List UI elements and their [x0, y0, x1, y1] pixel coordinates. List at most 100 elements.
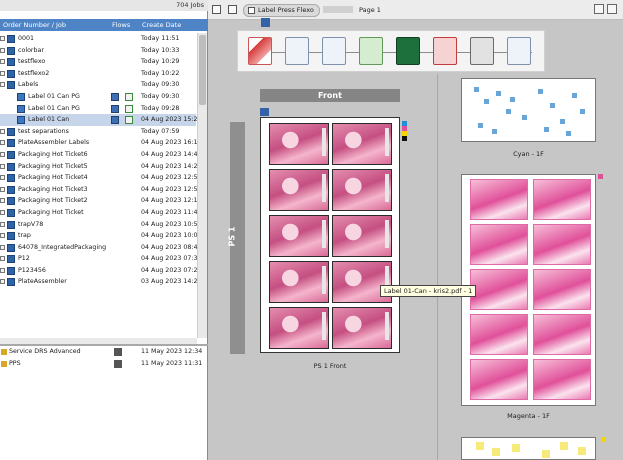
expand-icon[interactable] — [0, 244, 5, 250]
front-press-sheet[interactable] — [260, 117, 400, 353]
label-artwork[interactable] — [269, 169, 329, 211]
label-artwork[interactable] — [332, 215, 392, 257]
list-item[interactable]: PPS 11 May 2023 11:31 — [0, 358, 208, 370]
magenta-label-artwork — [470, 359, 528, 400]
flow-status-icon[interactable] — [125, 116, 133, 125]
label-artwork[interactable] — [332, 123, 392, 165]
expand-icon[interactable] — [0, 128, 5, 134]
screening-step-icon[interactable] — [470, 37, 494, 65]
table-row[interactable]: testflexo Today 10:29 — [0, 56, 196, 68]
expand-icon[interactable] — [0, 209, 5, 215]
table-row[interactable]: Label 01 Can PG Today 09:28 — [0, 103, 196, 115]
table-row[interactable]: colorbar Today 10:33 — [0, 45, 196, 57]
job-name: P12 — [18, 255, 30, 263]
cyan-artwork-fragment — [560, 119, 565, 124]
table-row[interactable]: Packaging Hot Ticket4 04 Aug 2023 12:5 — [0, 172, 197, 184]
cyan-separation[interactable] — [461, 78, 596, 142]
expand-icon[interactable] — [0, 221, 5, 227]
trap-step-icon[interactable] — [359, 37, 383, 65]
table-row[interactable]: Packaging Hot Ticket5 04 Aug 2023 14:2 — [0, 161, 197, 173]
normalize-step-icon[interactable] — [285, 37, 309, 65]
job-list-scrollbar[interactable] — [197, 33, 207, 338]
expand-icon[interactable] — [0, 140, 5, 146]
job-name: Packaging Hot Ticket3 — [18, 185, 88, 193]
table-row[interactable]: Packaging Hot Ticket 04 Aug 2023 11:4 — [0, 207, 197, 219]
table-row[interactable]: Labels Today 09:30 — [0, 79, 196, 91]
job-rows: 0001 Today 11:51 colorbar Today 10:33 test… — [0, 33, 198, 288]
proof-step-icon[interactable] — [433, 37, 457, 65]
expand-icon[interactable] — [0, 70, 5, 76]
flow-icon[interactable] — [111, 104, 119, 113]
expand-icon[interactable] — [0, 198, 5, 204]
close-icon[interactable] — [607, 4, 617, 14]
label-artwork[interactable] — [269, 215, 329, 257]
list-item[interactable]: Service DRS Advanced 11 May 2023 12:34 — [0, 346, 208, 358]
grid-view-icon[interactable] — [212, 5, 221, 14]
output-step-icon[interactable] — [507, 37, 531, 65]
job-date: Today 11:51 — [141, 35, 180, 42]
magenta-separation[interactable] — [461, 174, 596, 406]
imposition-step-icon[interactable] — [396, 37, 420, 65]
column-header-order[interactable]: Order Number / Job — [3, 19, 66, 31]
table-row[interactable]: P12 04 Aug 2023 07:3 — [0, 253, 197, 265]
table-row[interactable]: trap 04 Aug 2023 10:0 — [0, 230, 198, 242]
expand-icon[interactable] — [0, 256, 5, 262]
expand-icon[interactable] — [0, 59, 5, 65]
magenta-label-artwork — [533, 179, 591, 220]
table-row[interactable]: Label 01 Can PG Today 09:30 — [0, 91, 196, 103]
table-row[interactable]: Packaging Hot Ticket2 04 Aug 2023 12:1 — [0, 195, 197, 207]
table-row[interactable]: Packaging Hot Ticket3 04 Aug 2023 12:5 — [0, 184, 197, 196]
table-row[interactable]: testflexo2 Today 10:22 — [0, 68, 196, 80]
yellow-separation[interactable] — [461, 437, 596, 460]
table-row[interactable]: trapV78 04 Aug 2023 10:5 — [0, 219, 197, 231]
job-date: 04 Aug 2023 10:0 — [141, 232, 198, 240]
expand-icon[interactable] — [0, 47, 5, 53]
page-icon[interactable] — [228, 5, 237, 14]
job-list-panel: 704 Jobs Order Number / Job Flows Create… — [0, 0, 208, 460]
expand-icon[interactable] — [0, 233, 5, 239]
table-row[interactable]: PlateAssembler 03 Aug 2023 14:2 — [0, 276, 197, 288]
flow-icon[interactable] — [114, 348, 122, 356]
ps-front-caption: PS 1 Front — [313, 362, 347, 370]
table-row[interactable]: test separations Today 07:59 — [0, 126, 196, 138]
job-item-icon — [17, 116, 25, 125]
expand-icon[interactable] — [0, 163, 5, 169]
pane-divider[interactable] — [437, 74, 438, 460]
flow-icon[interactable] — [114, 360, 122, 368]
label-artwork[interactable] — [332, 169, 392, 211]
label-artwork[interactable] — [269, 123, 329, 165]
preflight-step-icon[interactable] — [322, 37, 346, 65]
pdf-input-step-icon[interactable] — [248, 37, 272, 65]
expand-icon[interactable] — [0, 36, 5, 41]
label-artwork[interactable] — [269, 261, 329, 303]
table-row[interactable]: 64078_IntegratedPackaging 04 Aug 2023 08:… — [0, 242, 197, 254]
flow-status-icon[interactable] — [125, 92, 133, 101]
tab-label-press-flexo[interactable]: Label Press Flexo — [243, 4, 320, 17]
flow-icon[interactable] — [111, 92, 119, 101]
flow-icon[interactable] — [111, 116, 119, 125]
label-artwork[interactable] — [269, 307, 329, 349]
label-artwork[interactable] — [332, 307, 392, 349]
expand-icon[interactable] — [0, 186, 5, 192]
fit-view-icon[interactable] — [594, 4, 604, 14]
table-row-selected[interactable]: Label 01 Can 04 Aug 2023 15:2 — [0, 114, 197, 126]
view-options — [591, 4, 617, 16]
table-row[interactable]: Packaging Hot Ticket6 04 Aug 2023 14:4 — [0, 149, 197, 161]
page-label[interactable]: Page 1 — [359, 4, 381, 17]
page-selector-icon[interactable] — [323, 6, 353, 13]
column-header-flows[interactable]: Flows — [112, 19, 130, 31]
expand-icon[interactable] — [0, 151, 5, 157]
workflow-icon — [261, 18, 270, 27]
collapse-icon[interactable] — [0, 82, 5, 88]
expand-icon[interactable] — [0, 267, 5, 273]
press-sheet-label: PS 1 — [227, 222, 245, 252]
expand-icon[interactable] — [0, 175, 5, 181]
table-row[interactable]: P123456 04 Aug 2023 07:2 — [0, 265, 197, 277]
column-header-date[interactable]: Create Date — [142, 19, 181, 31]
table-row[interactable]: PlateAssembler Labels 04 Aug 2023 16:1 — [0, 137, 197, 149]
scrollbar-thumb[interactable] — [199, 35, 206, 105]
flow-status-icon[interactable] — [125, 104, 133, 113]
table-row[interactable]: 0001 Today 11:51 — [0, 33, 196, 45]
cyan-artwork-fragment — [572, 93, 577, 98]
expand-icon[interactable] — [0, 279, 5, 285]
